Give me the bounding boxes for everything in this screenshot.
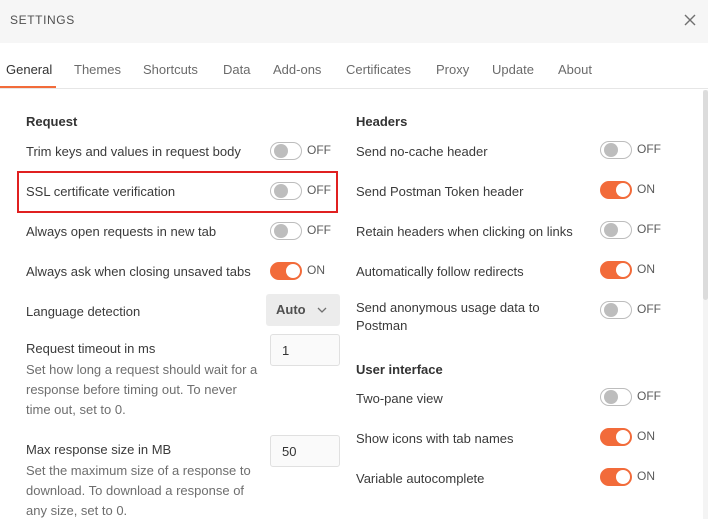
icons-tab-names-toggle[interactable]: ON: [600, 427, 670, 447]
timeout-description: Set how long a request should wait for a…: [26, 362, 258, 417]
tab-general[interactable]: General: [6, 62, 52, 77]
trim-keys-toggle[interactable]: OFF: [270, 141, 340, 161]
scrollbar[interactable]: [703, 90, 708, 519]
anonymous-usage-toggle[interactable]: OFF: [600, 300, 670, 320]
two-pane-toggle[interactable]: OFF: [600, 387, 670, 407]
no-cache-toggle[interactable]: OFF: [600, 140, 670, 160]
toggle-state: ON: [637, 469, 655, 483]
headers-section-title: Headers: [356, 114, 408, 129]
toggle-knob: [616, 470, 630, 484]
language-detection-select[interactable]: Auto: [266, 294, 340, 326]
tab-data[interactable]: Data: [223, 62, 250, 77]
toggle-state: OFF: [637, 389, 661, 403]
toggle-knob: [604, 390, 618, 404]
user-interface-section-title: User interface: [356, 362, 443, 377]
icons-tab-names-label: Show icons with tab names: [356, 431, 514, 446]
toggle-state: ON: [637, 262, 655, 276]
toggle-state: ON: [637, 182, 655, 196]
two-pane-label: Two-pane view: [356, 391, 443, 406]
toggle-knob: [286, 264, 300, 278]
language-detection-value: Auto: [276, 302, 306, 317]
toggle-state: OFF: [307, 183, 331, 197]
tab-add-ons[interactable]: Add-ons: [273, 62, 321, 77]
follow-redirects-label: Automatically follow redirects: [356, 264, 524, 279]
tab-shortcuts[interactable]: Shortcuts: [143, 62, 198, 77]
retain-headers-toggle[interactable]: OFF: [600, 220, 670, 240]
close-icon[interactable]: [680, 10, 700, 30]
language-detection-label: Language detection: [26, 304, 141, 319]
tab-about[interactable]: About: [558, 62, 592, 77]
timeout-label: Request timeout in ms: [26, 341, 156, 356]
toggle-state: ON: [307, 263, 325, 277]
toggle-knob: [616, 183, 630, 197]
toggle-knob: [274, 144, 288, 158]
variable-autocomplete-label: Variable autocomplete: [356, 471, 485, 486]
open-new-tab-label: Always open requests in new tab: [26, 224, 217, 239]
tab-themes[interactable]: Themes: [74, 62, 121, 77]
toggle-state: OFF: [307, 223, 331, 237]
settings-tabs: General Themes Shortcuts Data Add-ons Ce…: [0, 43, 708, 89]
tab-proxy[interactable]: Proxy: [436, 62, 469, 77]
toggle-state: OFF: [637, 302, 661, 316]
scrollbar-thumb[interactable]: [703, 90, 708, 300]
anonymous-usage-label: Send anonymous usage data to Postman: [356, 300, 540, 333]
toggle-knob: [604, 143, 618, 157]
ssl-verification-toggle[interactable]: OFF: [270, 181, 340, 201]
open-new-tab-toggle[interactable]: OFF: [270, 221, 340, 241]
timeout-input[interactable]: [270, 334, 340, 366]
postman-token-toggle[interactable]: ON: [600, 180, 670, 200]
ask-closing-toggle[interactable]: ON: [270, 261, 340, 281]
tab-update[interactable]: Update: [492, 62, 534, 77]
active-tab-indicator: [0, 86, 56, 88]
ssl-verification-label: SSL certificate verification: [26, 184, 176, 199]
toggle-state: OFF: [637, 222, 661, 236]
toggle-knob: [616, 263, 630, 277]
no-cache-label: Send no-cache header: [356, 144, 488, 159]
settings-titlebar: SETTINGS: [0, 0, 708, 43]
follow-redirects-toggle[interactable]: ON: [600, 260, 670, 280]
toggle-state: OFF: [637, 142, 661, 156]
toggle-knob: [604, 303, 618, 317]
toggle-knob: [604, 223, 618, 237]
ask-closing-label: Always ask when closing unsaved tabs: [26, 264, 251, 279]
chevron-down-icon: [316, 304, 328, 316]
toggle-knob: [616, 430, 630, 444]
settings-title: SETTINGS: [10, 13, 75, 27]
toggle-knob: [274, 224, 288, 238]
request-section-title: Request: [26, 114, 78, 129]
max-response-input[interactable]: [270, 435, 340, 467]
toggle-state: ON: [637, 429, 655, 443]
max-response-label: Max response size in MB: [26, 442, 172, 457]
variable-autocomplete-toggle[interactable]: ON: [600, 467, 670, 487]
trim-keys-label: Trim keys and values in request body: [26, 144, 241, 159]
toggle-knob: [274, 184, 288, 198]
postman-token-label: Send Postman Token header: [356, 184, 524, 199]
max-response-description: Set the maximum size of a response to do…: [26, 463, 251, 518]
retain-headers-label: Retain headers when clicking on links: [356, 224, 573, 239]
toggle-state: OFF: [307, 143, 331, 157]
tab-certificates[interactable]: Certificates: [346, 62, 411, 77]
